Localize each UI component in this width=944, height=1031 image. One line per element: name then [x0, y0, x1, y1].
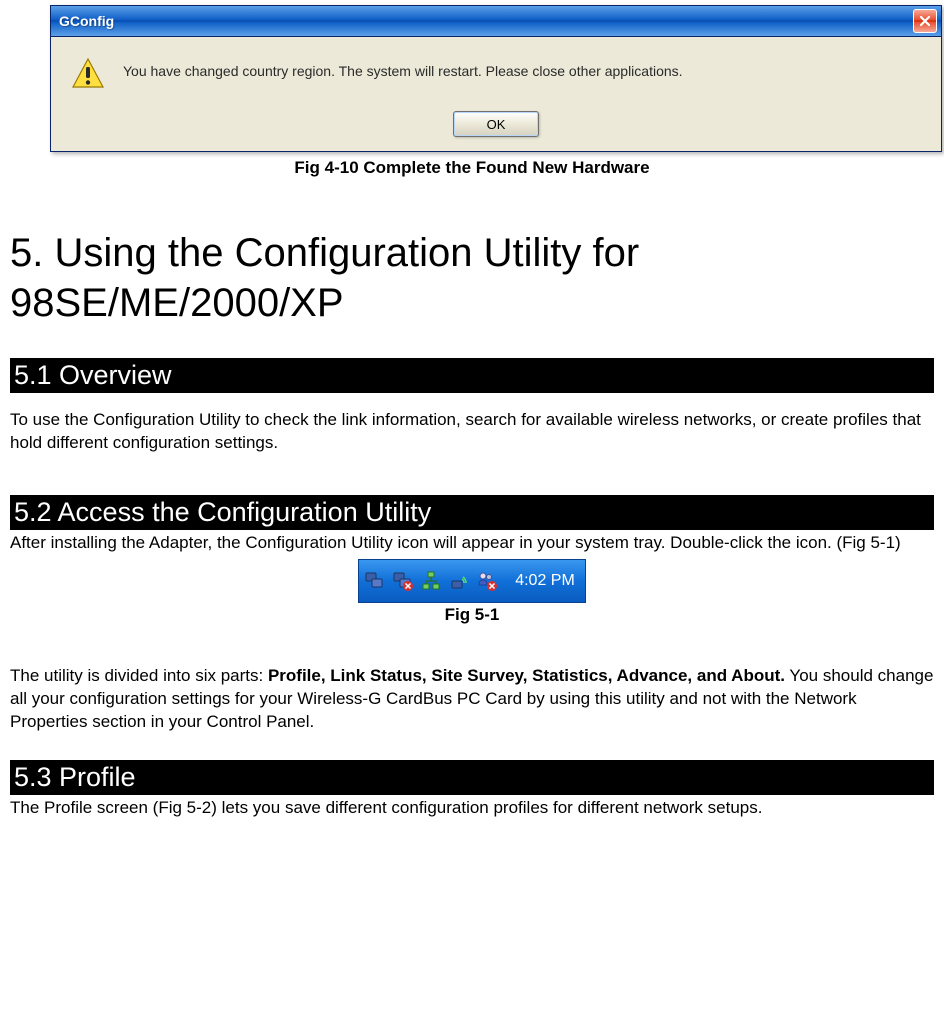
section-5-3-text: The Profile screen (Fig 5-2) lets you sa… [10, 797, 934, 820]
network-monitor-icon[interactable] [365, 571, 385, 591]
section-5-1-text: To use the Configuration Utility to chec… [10, 409, 934, 455]
dialog-titlebar: GConfig [51, 6, 941, 37]
parts-intro: The utility is divided into six parts: [10, 666, 268, 685]
close-button[interactable] [913, 9, 937, 33]
dialog-message: You have changed country region. The sys… [123, 57, 683, 79]
parts-bold: Profile, Link Status, Site Survey, Stati… [268, 666, 785, 685]
users-error-icon[interactable] [477, 571, 497, 591]
figure-4-10-caption: Fig 4-10 Complete the Found New Hardware [10, 158, 934, 178]
figure-5-1-caption: Fig 5-1 [10, 605, 934, 625]
network-disconnected-icon[interactable] [393, 571, 413, 591]
gconfig-dialog: GConfig You have changed coun [50, 5, 942, 152]
section-5-2-title: 5.2 Access the Configuration Utility [10, 495, 934, 530]
chapter-title: 5. Using the Configuration Utility for 9… [10, 228, 934, 328]
tray-clock: 4:02 PM [515, 572, 575, 590]
close-icon [919, 15, 931, 27]
section-5-1-title: 5.1 Overview [10, 358, 934, 393]
section-5-2-parts: The utility is divided into six parts: P… [10, 665, 934, 734]
section-5-2-text: After installing the Adapter, the Config… [10, 532, 934, 555]
dialog-body: You have changed country region. The sys… [51, 37, 941, 151]
systray-figure: 4:02 PM [10, 559, 934, 603]
ok-button[interactable]: OK [453, 111, 539, 137]
warning-icon [71, 57, 105, 91]
section-5-3-title: 5.3 Profile [10, 760, 934, 795]
wireless-icon[interactable] [449, 571, 469, 591]
network-tree-icon[interactable] [421, 571, 441, 591]
system-tray: 4:02 PM [358, 559, 586, 603]
dialog-title: GConfig [59, 13, 114, 29]
